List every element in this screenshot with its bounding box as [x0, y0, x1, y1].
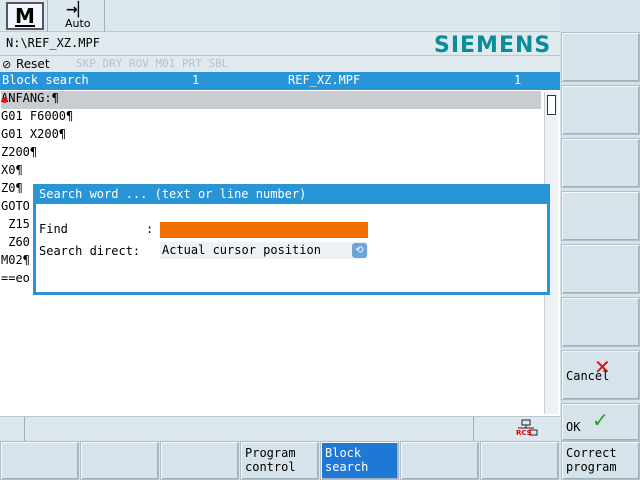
vertical-softkey-4[interactable]: [561, 191, 640, 241]
find-label: Find: [39, 222, 68, 236]
message-line: [24, 417, 474, 441]
cancel-label: Cancel: [566, 369, 610, 383]
block-count: 1: [514, 73, 522, 87]
program-line[interactable]: G01 X200¶: [1, 127, 541, 145]
horizontal-softkey-1[interactable]: [0, 441, 79, 480]
file-name: REF_XZ.MPF: [288, 73, 361, 87]
channel-state: Reset: [16, 57, 50, 71]
dialog-title: Search word ... (text or line number): [39, 187, 307, 201]
siemens-logo: SIEMENS: [434, 33, 552, 58]
program-line[interactable]: Z200¶: [1, 145, 541, 163]
block-search-title: Block search: [2, 73, 89, 87]
auto-mode-indicator: →▏ Auto: [52, 2, 102, 30]
find-input[interactable]: [160, 222, 368, 238]
cursor-marker-icon: [2, 97, 7, 103]
auto-arrow-icon: →▏: [66, 2, 89, 18]
cancel-button[interactable]: ✕ Cancel: [561, 350, 640, 400]
search-dialog: Search word ... (text or line number) Fi…: [33, 184, 550, 295]
program-line[interactable]: X0¶: [1, 163, 541, 181]
separator: [47, 0, 48, 32]
ok-label: OK: [566, 420, 581, 434]
horizontal-softkey-6[interactable]: [400, 441, 479, 480]
dialog-body: Find : Search direct: Actual cursor posi…: [36, 204, 547, 292]
find-colon: :: [146, 222, 154, 236]
vertical-softkey-5[interactable]: [561, 244, 640, 294]
vertical-softkey-6[interactable]: [561, 297, 640, 347]
rcs-label: RCS: [516, 429, 532, 437]
correct-program-button[interactable]: Correct program: [561, 441, 640, 480]
softkey-label: Program control: [245, 446, 296, 474]
block-search-title-bar: Block search 1 REF_XZ.MPF 1: [0, 72, 560, 90]
horizontal-softkey-7[interactable]: [480, 441, 559, 480]
program-path: N:\REF_XZ.MPF: [6, 36, 100, 50]
top-status-bar: M →▏ Auto: [0, 0, 560, 32]
softkey-label: Correct program: [566, 446, 617, 474]
separator: [104, 0, 105, 32]
horizontal-softkey-2[interactable]: [80, 441, 159, 480]
vertical-softkey-3[interactable]: [561, 138, 640, 188]
search-direction-label: Search direct:: [39, 244, 141, 258]
toggle-icon[interactable]: ⟲: [352, 243, 367, 258]
ok-check-icon: ✓: [592, 408, 609, 432]
softkey-label: Block search: [325, 446, 369, 474]
vertical-softkey-1[interactable]: [561, 32, 640, 82]
reset-icon: ⊘: [2, 58, 12, 71]
channel-status-bar: ⊘ Reset SKP DRY ROV M01 PRT SBL: [0, 56, 560, 72]
status-strip: RCS: [0, 416, 560, 441]
horizontal-softkey-3[interactable]: [160, 441, 239, 480]
auto-mode-label: Auto: [65, 17, 91, 30]
program-line[interactable]: G01 F6000¶: [1, 109, 541, 127]
block-search-button[interactable]: Block search: [320, 441, 399, 480]
program-path-bar: N:\REF_XZ.MPF SIEMENS: [0, 32, 560, 58]
scrollbar-thumb[interactable]: [547, 95, 556, 115]
search-direction-select[interactable]: Actual cursor position: [160, 242, 368, 259]
ok-button[interactable]: ✓ OK: [561, 403, 640, 441]
mode-underline: [15, 25, 35, 27]
program-influence-flags: SKP DRY ROV M01 PRT SBL: [76, 57, 229, 70]
program-line[interactable]: ANFANG:¶: [1, 91, 541, 109]
program-control-button[interactable]: Program control: [240, 441, 319, 480]
vertical-softkey-2[interactable]: [561, 85, 640, 135]
channel-number: 1: [192, 73, 200, 87]
machine-mode-indicator: M: [6, 2, 44, 30]
